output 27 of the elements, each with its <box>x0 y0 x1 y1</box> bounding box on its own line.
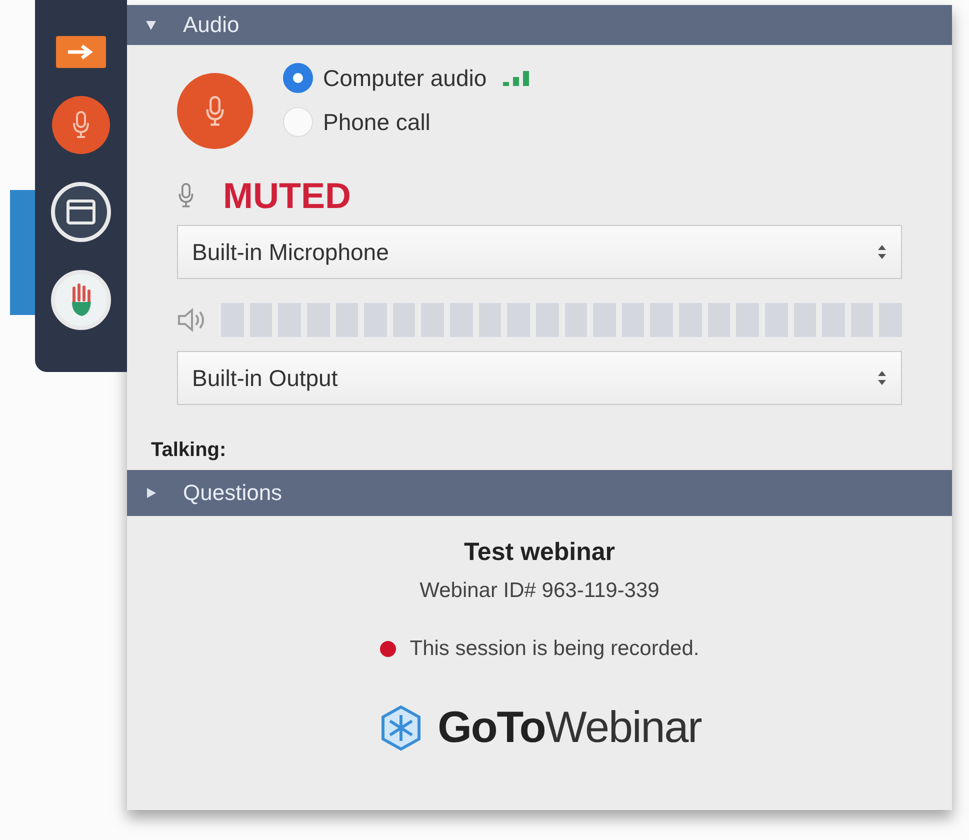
audio-option[interactable]: Phone call <box>283 107 531 137</box>
radio-dot-icon <box>293 73 303 83</box>
stepper-arrows-icon <box>877 369 887 387</box>
questions-section-header[interactable]: Questions <box>127 470 952 516</box>
radio-button[interactable] <box>283 63 313 93</box>
webinar-id: Webinar ID# 963-119-339 <box>420 579 660 603</box>
microphone-icon <box>204 96 226 126</box>
window-icon <box>66 199 96 225</box>
option-label: Phone call <box>323 108 430 136</box>
stepper-arrows-icon <box>877 243 887 261</box>
recording-notice: This session is being recorded. <box>410 637 700 661</box>
speaker-icon <box>177 307 207 333</box>
signal-bars-icon <box>502 69 531 87</box>
webinar-title: Test webinar <box>464 538 615 567</box>
talking-label: Talking: <box>150 438 228 463</box>
collapse-triangle-icon <box>145 19 157 31</box>
collapse-panel-button[interactable] <box>56 36 106 68</box>
audio-option[interactable]: Computer audio <box>283 63 531 93</box>
microphone-select[interactable]: Built-in Microphone <box>177 225 902 279</box>
microphone-icon <box>177 183 195 209</box>
option-label: Computer audio <box>323 64 487 92</box>
microphone-icon <box>71 111 91 139</box>
audio-section-header[interactable]: Audio <box>127 5 952 45</box>
product-logo: GoToWebinar <box>438 703 702 753</box>
speaker-select[interactable]: Built-in Output <box>177 351 902 405</box>
mic-status: MUTED <box>223 175 351 217</box>
expand-triangle-icon <box>145 487 157 499</box>
